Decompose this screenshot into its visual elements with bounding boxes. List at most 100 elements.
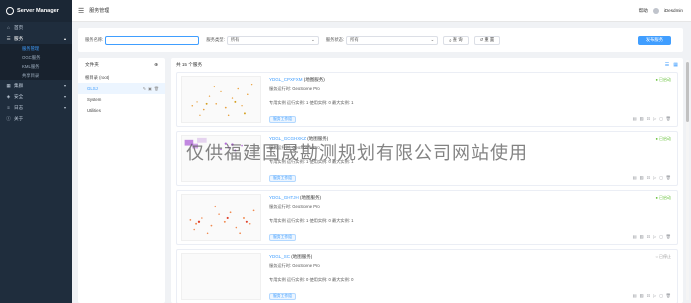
chevron-up-icon: ▴ bbox=[63, 36, 66, 41]
service-tools: ▤ ▧ ⊡ ▷ ◻ 🗑 bbox=[633, 293, 672, 299]
stop-icon[interactable]: ◻ bbox=[659, 175, 662, 181]
topbar: ☰ 服务管理 帮助 iDesdmin bbox=[72, 0, 691, 22]
properties-icon[interactable]: ▤ bbox=[633, 293, 637, 299]
avatar[interactable] bbox=[652, 7, 659, 14]
add-folder-icon[interactable]: ⊕ bbox=[154, 62, 158, 68]
map-icon[interactable]: ▧ bbox=[639, 116, 643, 122]
reset-button[interactable]: ↺ 重 置 bbox=[473, 35, 501, 45]
service-name-link[interactable]: YDGL_GHTJH bbox=[269, 195, 299, 200]
folder-actions: ✎ ▣ 🗑 bbox=[143, 86, 159, 91]
service-card[interactable]: YDGL_GCGHXKZ (地图服务) 服务运行时: GeoScene Pro … bbox=[176, 131, 678, 186]
reset-button-label: 重 置 bbox=[484, 37, 495, 42]
logo[interactable]: Server Manager bbox=[0, 0, 72, 22]
query-button[interactable]: ⌕ 查 询 bbox=[443, 35, 469, 45]
folder-item-system[interactable]: System bbox=[78, 94, 165, 105]
sidebar-subitem-shared-dir[interactable]: 共享目录 bbox=[0, 71, 72, 80]
service-thumbnail bbox=[181, 135, 261, 182]
sidebar-subitem-service-management[interactable]: 服务管理 bbox=[0, 44, 72, 53]
map-thumbnail-image bbox=[189, 205, 255, 235]
map-icon[interactable]: ▧ bbox=[639, 175, 643, 181]
folder-item-glsj[interactable]: GLSJ ✎ ▣ 🗑 bbox=[78, 83, 165, 94]
properties-icon[interactable]: ▤ bbox=[633, 116, 637, 122]
logo-icon bbox=[6, 7, 14, 15]
shield-icon: ◈ bbox=[6, 94, 11, 99]
sidebar: Server Manager ⌂ 首页 ☰ 服务 ▴ 服务管理 OGC服务 KM… bbox=[0, 0, 72, 303]
delete-icon[interactable]: 🗑 bbox=[666, 234, 671, 240]
user-name[interactable]: iDesdmin bbox=[664, 8, 683, 13]
service-engine: 服务运行时: GeoScene Pro bbox=[269, 86, 320, 92]
publish-service-button[interactable]: 发布服务 bbox=[637, 35, 671, 45]
service-engine-label: 服务运行时: bbox=[269, 204, 292, 209]
services-total: 共 15 个服务 bbox=[176, 62, 203, 67]
service-status-select[interactable]: 所有 ⌄ bbox=[346, 35, 439, 45]
query-button-label: 查 询 bbox=[452, 37, 463, 42]
delete-icon[interactable]: 🗑 bbox=[666, 293, 671, 299]
delete-icon[interactable]: 🗑 bbox=[154, 86, 159, 91]
service-name-link[interactable]: YDGL_CPXFXM bbox=[269, 77, 303, 82]
cluster-icon: ▦ bbox=[6, 83, 11, 88]
chevron-down-icon: ▾ bbox=[63, 105, 66, 110]
sidebar-item-cluster[interactable]: ▦ 集群 ▾ bbox=[0, 80, 72, 91]
service-type-value: 所有 bbox=[230, 37, 240, 42]
properties-icon[interactable]: ▤ bbox=[633, 234, 637, 240]
home-icon: ⌂ bbox=[7, 25, 10, 30]
lock-icon[interactable]: ⊡ bbox=[646, 175, 650, 181]
service-engine-label: 服务运行时: bbox=[269, 145, 292, 150]
page-scrollbar-thumb[interactable] bbox=[686, 62, 689, 122]
service-stats: 专用实例 运行实例: 0 使用实例: 0 最大实例: 0 bbox=[269, 277, 354, 282]
service-type-select[interactable]: 所有 ⌄ bbox=[226, 35, 319, 45]
list-view-icon[interactable]: ☰ bbox=[665, 62, 669, 68]
service-card[interactable]: YDGL_SC (地图服务) 服务运行时: GeoScene Pro 专用实例 … bbox=[176, 249, 678, 303]
sidebar-item-security[interactable]: ◈ 安全 ▾ bbox=[0, 91, 72, 102]
map-icon[interactable]: ▧ bbox=[639, 234, 643, 240]
stop-icon[interactable]: ◻ bbox=[659, 116, 662, 122]
service-card[interactable]: YDGL_CPXFXM (地图服务) 服务运行时: GeoScene Pro 专… bbox=[176, 72, 678, 127]
service-stats: 专用实例 运行实例: 1 使用实例: 0 最大实例: 1 bbox=[269, 100, 354, 105]
grid-view-icon[interactable]: ▦ bbox=[673, 62, 678, 68]
map-icon[interactable]: ▧ bbox=[639, 293, 643, 299]
stop-icon[interactable]: ◻ bbox=[659, 293, 662, 299]
service-tools: ▤ ▧ ⊡ ▷ ◻ 🗑 bbox=[633, 116, 672, 122]
service-type: (地图服务) bbox=[307, 136, 329, 141]
service-name-link[interactable]: YDGL_GCGHXKZ bbox=[269, 136, 306, 141]
service-engine: 服务运行时: GeoScene Pro bbox=[269, 145, 320, 151]
copy-icon[interactable]: ▣ bbox=[148, 86, 152, 91]
start-icon[interactable]: ▷ bbox=[653, 234, 656, 240]
menu-toggle-icon[interactable]: ☰ bbox=[78, 7, 84, 15]
start-icon[interactable]: ▷ bbox=[653, 175, 656, 181]
sidebar-subitem-ogc[interactable]: OGC服务 bbox=[0, 53, 72, 62]
page-title: 服务管理 bbox=[89, 8, 110, 14]
delete-icon[interactable]: 🗑 bbox=[666, 116, 671, 122]
service-type: (地图服务) bbox=[303, 77, 325, 82]
service-name-link[interactable]: YDGL_SC bbox=[269, 254, 290, 259]
service-engine: 服务运行时: GeoScene Pro bbox=[269, 263, 320, 269]
service-engine-value: GeoScene Pro bbox=[292, 145, 320, 150]
service-engine-value: GeoScene Pro bbox=[292, 86, 320, 91]
service-card[interactable]: YDGL_GHTJH (地图服务) 服务运行时: GeoScene Pro 专用… bbox=[176, 190, 678, 245]
start-icon[interactable]: ▷ bbox=[653, 116, 656, 122]
sidebar-subitem-kml[interactable]: KML服务 bbox=[0, 62, 72, 71]
service-name-input[interactable] bbox=[105, 35, 200, 45]
start-icon[interactable]: ▷ bbox=[653, 293, 656, 299]
help-link[interactable]: 帮助 bbox=[639, 8, 648, 14]
folder-item-root[interactable]: 根目录 (root) bbox=[78, 72, 165, 83]
lock-icon[interactable]: ⊡ bbox=[646, 234, 650, 240]
sidebar-item-about[interactable]: ⓘ 关于 bbox=[0, 113, 72, 124]
sidebar-item-label: 日志 bbox=[14, 104, 24, 110]
sidebar-item-label: 首页 bbox=[14, 24, 24, 30]
stop-icon[interactable]: ◻ bbox=[659, 234, 662, 240]
service-engine-label: 服务运行时: bbox=[269, 86, 292, 91]
sidebar-item-home[interactable]: ⌂ 首页 bbox=[0, 22, 72, 33]
lock-icon[interactable]: ⊡ bbox=[646, 293, 650, 299]
sidebar-item-logs[interactable]: ≡ 日志 ▾ bbox=[0, 102, 72, 113]
edit-icon[interactable]: ✎ bbox=[143, 86, 146, 91]
properties-icon[interactable]: ▤ bbox=[633, 175, 637, 181]
lock-icon[interactable]: ⊡ bbox=[646, 116, 650, 122]
sidebar-item-services[interactable]: ☰ 服务 ▴ bbox=[0, 33, 72, 44]
services-header: 共 15 个服务 ☰ ▦ bbox=[171, 58, 683, 72]
delete-icon[interactable]: 🗑 bbox=[666, 175, 671, 181]
sidebar-item-label: 安全 bbox=[14, 93, 24, 99]
service-engine-label: 服务运行时: bbox=[269, 263, 292, 268]
service-title: YDGL_CPXFXM (地图服务) bbox=[269, 77, 325, 83]
folder-item-utilities[interactable]: Utilities bbox=[78, 105, 165, 116]
